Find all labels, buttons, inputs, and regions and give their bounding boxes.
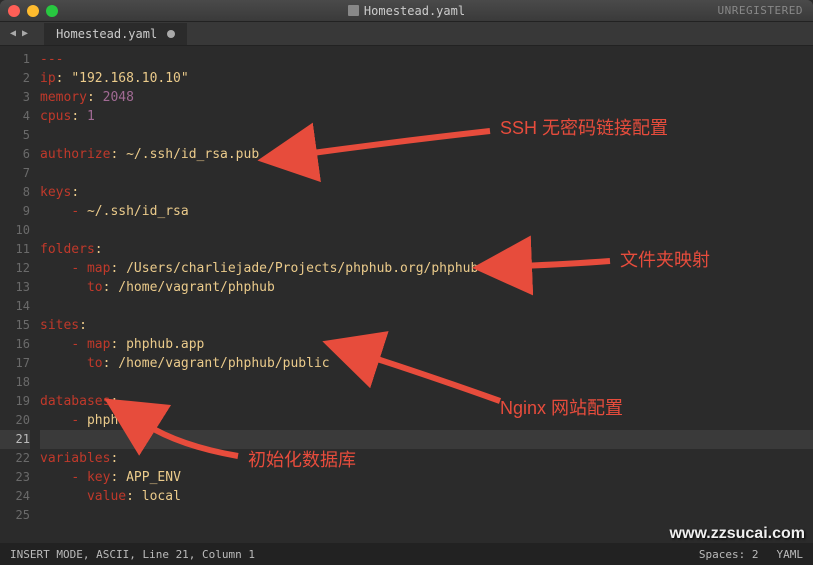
maximize-window-button[interactable]	[46, 5, 58, 17]
minimize-window-button[interactable]	[27, 5, 39, 17]
toolbar: ◀ ▶ Homestead.yaml	[0, 22, 813, 46]
tab-homestead[interactable]: Homestead.yaml	[44, 23, 187, 45]
code-content[interactable]: ---ip: "192.168.10.10"memory: 2048cpus: …	[40, 46, 813, 543]
file-icon	[348, 5, 359, 16]
nav-forward-icon[interactable]: ▶	[22, 28, 28, 39]
titlebar: Homestead.yaml UNREGISTERED	[0, 0, 813, 22]
line-gutter: 1234567891011121314151617181920212223242…	[0, 46, 40, 543]
traffic-lights	[8, 5, 58, 17]
unregistered-label: UNREGISTERED	[718, 4, 803, 17]
close-window-button[interactable]	[8, 5, 20, 17]
status-spaces[interactable]: Spaces: 2	[699, 548, 759, 561]
tab-dirty-indicator	[167, 30, 175, 38]
window-title-text: Homestead.yaml	[364, 4, 465, 18]
editor-area[interactable]: 1234567891011121314151617181920212223242…	[0, 46, 813, 543]
statusbar: INSERT MODE, ASCII, Line 21, Column 1 Sp…	[0, 543, 813, 565]
nav-back-icon[interactable]: ◀	[10, 28, 16, 39]
window-title: Homestead.yaml	[0, 4, 813, 18]
status-left: INSERT MODE, ASCII, Line 21, Column 1	[10, 548, 255, 561]
status-syntax[interactable]: YAML	[777, 548, 804, 561]
nav-arrows: ◀ ▶	[4, 28, 34, 39]
editor-window: Homestead.yaml UNREGISTERED ◀ ▶ Homestea…	[0, 0, 813, 565]
tab-label: Homestead.yaml	[56, 27, 157, 41]
